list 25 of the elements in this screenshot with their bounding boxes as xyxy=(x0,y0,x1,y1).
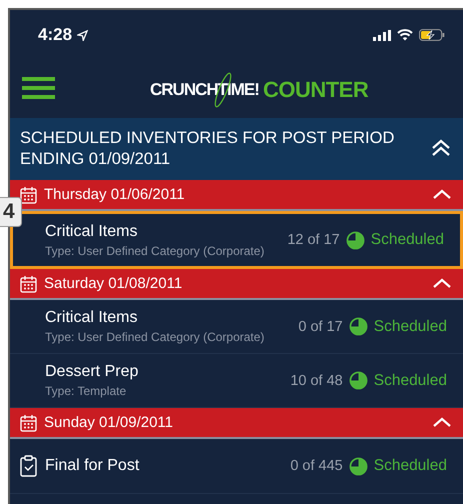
day-header[interactable]: Sunday 01/09/2011 xyxy=(10,408,463,439)
day-date: Thursday 01/06/2011 xyxy=(44,186,186,203)
inventory-name: Final for Post xyxy=(45,457,140,475)
day-header[interactable]: Saturday 01/08/2011 xyxy=(10,269,463,300)
day-date: Saturday 01/08/2011 xyxy=(44,275,184,292)
clock-time: 4:28 xyxy=(38,25,72,45)
inventory-name: Critical Items xyxy=(45,309,138,327)
inventory-row[interactable]: Critical Items Type: User Defined Category (Corporate) 0 of 17 Scheduled xyxy=(10,300,463,354)
inventory-name: Dessert Prep xyxy=(45,363,140,381)
item-count: 0 of 445 xyxy=(290,458,343,474)
callout-number: 4 xyxy=(0,197,22,227)
inventory-name: Critical Items xyxy=(45,222,138,240)
status-label: Scheduled xyxy=(370,231,444,249)
inventory-type: Type: Template xyxy=(45,384,128,398)
item-count: 12 of 17 xyxy=(287,232,340,248)
item-count: 0 of 17 xyxy=(298,318,343,334)
inventory-type: Type: User Defined Category (Corporate) xyxy=(45,244,266,258)
day-date: Sunday 01/09/2011 xyxy=(44,414,174,431)
status-label: Scheduled xyxy=(374,318,447,336)
section-title: SCHEDULED INVENTORIES FOR POST PERIOD ENDING 01/09/2011 xyxy=(20,128,396,170)
inventory-type: Type: User Defined Category (Corporate) xyxy=(45,330,266,344)
inventory-row[interactable]: Final for Post 0 of 445 Scheduled xyxy=(10,439,463,494)
status-label: Scheduled xyxy=(374,457,447,475)
status-label: Scheduled xyxy=(374,372,447,390)
item-count: 10 of 48 xyxy=(290,372,343,388)
